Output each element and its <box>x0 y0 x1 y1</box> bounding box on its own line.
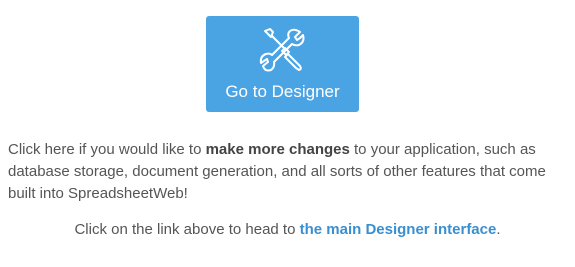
description-bold: make more changes <box>205 141 350 158</box>
go-to-designer-button[interactable]: Go to Designer <box>206 16 359 112</box>
go-to-designer-label: Go to Designer <box>225 82 340 101</box>
link-line-suffix: . <box>496 221 501 238</box>
description-part1: Click here if you would like to <box>8 141 206 158</box>
main-designer-interface-link[interactable]: the main Designer interface <box>300 221 497 238</box>
wrench-screwdriver-icon <box>259 28 304 72</box>
link-line-prefix: Click on the link above to head to <box>74 221 300 238</box>
designer-link-line: Click on the link above to head to the m… <box>0 220 575 240</box>
description-text: Click here if you would like to make mor… <box>8 139 568 205</box>
designer-panel: Go to Designer Click here if you would l… <box>0 0 575 267</box>
